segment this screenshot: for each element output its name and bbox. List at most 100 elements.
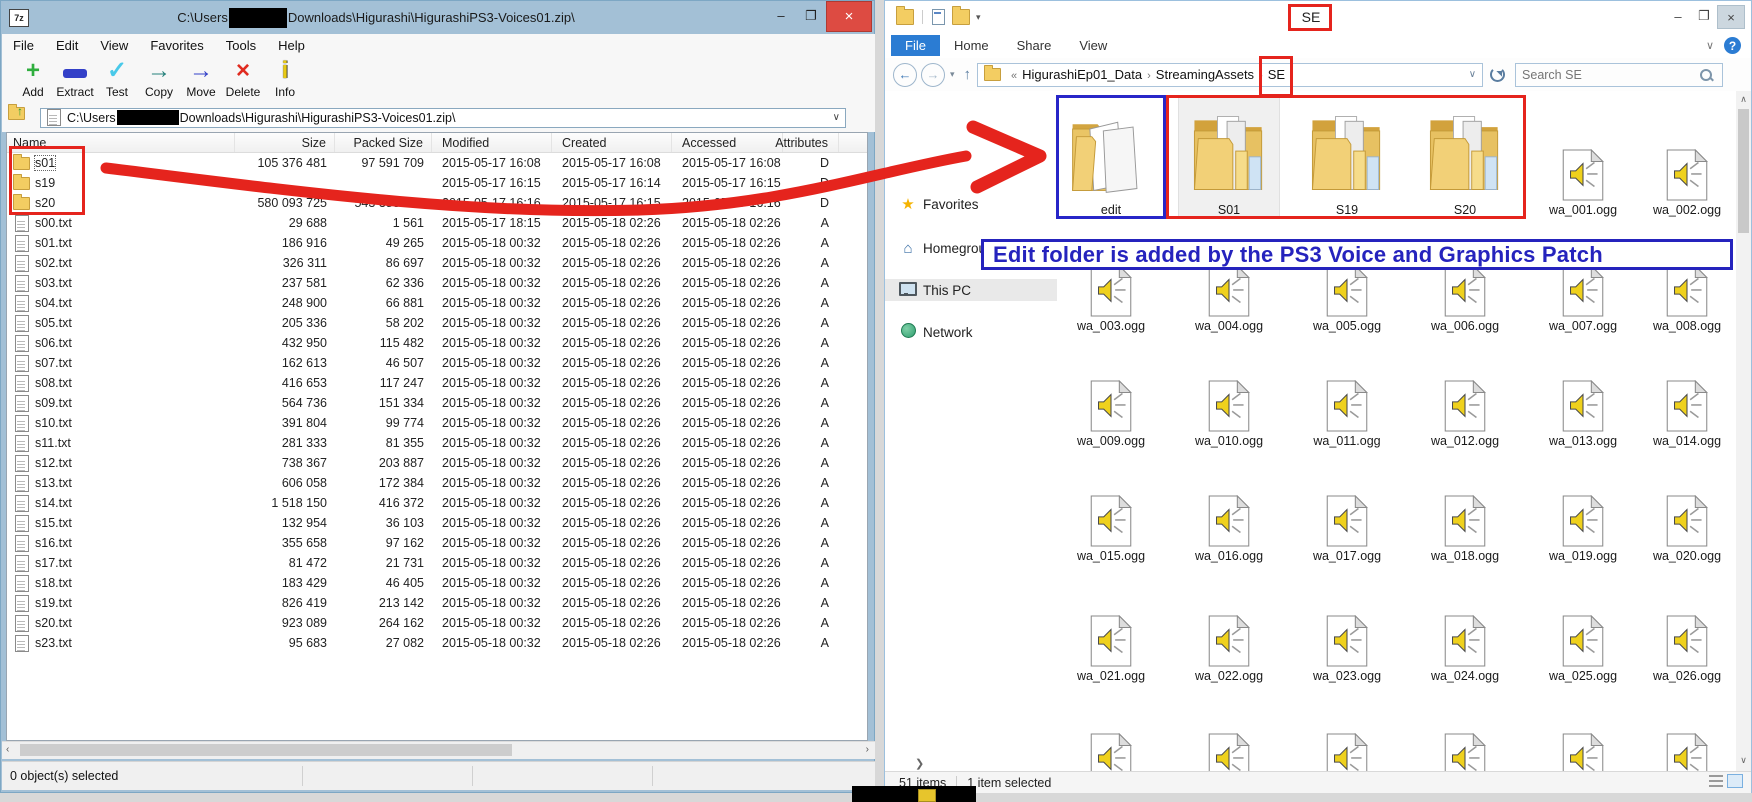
table-row[interactable]: s23.txt95 68327 0822015-05-18 00:322015-…	[7, 633, 867, 653]
file-tile[interactable]: wa_003.ogg	[1061, 251, 1161, 333]
close-button[interactable]: ×	[1717, 5, 1745, 29]
minimize-button[interactable]: –	[766, 1, 796, 30]
scrollbar-thumb[interactable]	[20, 744, 512, 756]
sidebar-item-this-pc[interactable]: This PC	[885, 279, 1057, 301]
menu-item-edit[interactable]: Edit	[45, 38, 89, 53]
explorer-titlebar[interactable]: ▾ SE – ❐ ×	[885, 1, 1751, 33]
address-dropdown-icon[interactable]: ∨	[1469, 69, 1482, 80]
up-folder-button[interactable]: ↑	[8, 107, 34, 129]
file-tile[interactable]: wa_004.ogg	[1179, 251, 1279, 333]
folder-tile[interactable]: edit	[1061, 97, 1161, 217]
table-row[interactable]: s08.txt416 653117 2472015-05-18 00:32201…	[7, 373, 867, 393]
table-row[interactable]: s11.txt281 33381 3552015-05-18 00:322015…	[7, 433, 867, 453]
file-tile-partial[interactable]	[1533, 719, 1633, 771]
file-tile[interactable]: wa_014.ogg	[1637, 366, 1736, 448]
pane-scroll-right-icon[interactable]: ❯	[915, 757, 924, 770]
column-header-attributes[interactable]: Attributes	[783, 133, 839, 152]
file-tile[interactable]: wa_026.ogg	[1637, 601, 1736, 683]
details-view-icon[interactable]	[1709, 775, 1723, 789]
sidebar-item-favorites[interactable]: ★Favorites	[885, 193, 1057, 215]
file-tile[interactable]: wa_024.ogg	[1415, 601, 1515, 683]
scroll-left-icon[interactable]: ‹	[6, 744, 9, 755]
column-header-created[interactable]: Created	[552, 133, 672, 152]
table-row[interactable]: s10.txt391 80499 7742015-05-18 00:322015…	[7, 413, 867, 433]
file-tile[interactable]: wa_001.ogg	[1533, 97, 1633, 217]
table-row[interactable]: s01105 376 48197 591 7092015-05-17 16:08…	[7, 153, 867, 173]
file-tile[interactable]: wa_005.ogg	[1297, 251, 1397, 333]
forward-button[interactable]: →	[921, 63, 945, 87]
table-row[interactable]: s20580 093 725543 383 9662015-05-17 16:1…	[7, 193, 867, 213]
file-tile[interactable]: wa_019.ogg	[1533, 481, 1633, 563]
file-tile[interactable]: wa_022.ogg	[1179, 601, 1279, 683]
toolbar-info-button[interactable]: iInfo	[264, 56, 306, 103]
folder-tile[interactable]: S01	[1179, 97, 1279, 217]
toolbar-extract-button[interactable]: Extract	[54, 56, 96, 103]
new-folder-icon[interactable]	[952, 9, 970, 25]
table-row[interactable]: s00.txt29 6881 5612015-05-17 18:152015-0…	[7, 213, 867, 233]
folder-tile[interactable]: S20	[1415, 97, 1515, 217]
table-row[interactable]: s04.txt248 90066 8812015-05-18 00:322015…	[7, 293, 867, 313]
up-button[interactable]: ↑	[964, 66, 972, 83]
breadcrumb-se[interactable]: SE	[1268, 67, 1285, 82]
table-row[interactable]: s01.txt186 91649 2652015-05-18 00:322015…	[7, 233, 867, 253]
file-tile[interactable]: wa_006.ogg	[1415, 251, 1515, 333]
horizontal-scrollbar[interactable]: ‹ ›	[2, 741, 875, 759]
table-row[interactable]: s03.txt237 58162 3362015-05-18 00:322015…	[7, 273, 867, 293]
file-tile[interactable]: wa_010.ogg	[1179, 366, 1279, 448]
scroll-up-icon[interactable]: ∧	[1736, 94, 1751, 105]
menu-item-view[interactable]: View	[89, 38, 139, 53]
menu-item-favorites[interactable]: Favorites	[139, 38, 214, 53]
chevron-down-icon[interactable]: ∨	[833, 112, 845, 123]
menu-item-help[interactable]: Help	[267, 38, 316, 53]
minimize-button[interactable]: –	[1665, 5, 1691, 27]
folder-tile[interactable]: S19	[1297, 97, 1397, 217]
maximize-button[interactable]: ❐	[796, 1, 826, 30]
thumbnail-view-icon[interactable]	[1727, 774, 1743, 788]
sidebar-item-network[interactable]: Network	[885, 321, 1057, 343]
toolbar-add-button[interactable]: +Add	[12, 56, 54, 103]
vertical-scrollbar[interactable]: ∧ ∨	[1736, 91, 1751, 771]
table-row[interactable]: s16.txt355 65897 1622015-05-18 00:322015…	[7, 533, 867, 553]
file-tile[interactable]: wa_007.ogg	[1533, 251, 1633, 333]
file-tile[interactable]: wa_013.ogg	[1533, 366, 1633, 448]
scrollbar-thumb[interactable]	[1738, 109, 1749, 233]
scroll-down-icon[interactable]: ∨	[1736, 755, 1751, 766]
column-header-row[interactable]: NameSizePacked SizeModifiedCreatedAccess…	[7, 133, 867, 153]
sidebar-item-homegroup[interactable]: ⌂Homegroup	[885, 237, 1057, 259]
column-header-name[interactable]: Name	[7, 133, 235, 152]
table-row[interactable]: s20.txt923 089264 1622015-05-18 00:32201…	[7, 613, 867, 633]
address-combo[interactable]: C:\UsersDownloads\Higurashi\HigurashiPS3…	[40, 108, 846, 128]
file-tile[interactable]: wa_023.ogg	[1297, 601, 1397, 683]
file-tile-partial[interactable]	[1179, 719, 1279, 771]
file-tile[interactable]: wa_002.ogg	[1637, 97, 1736, 217]
file-tile[interactable]: wa_008.ogg	[1637, 251, 1736, 333]
menu-item-tools[interactable]: Tools	[215, 38, 267, 53]
search-input[interactable]	[1516, 67, 1700, 83]
tab-view[interactable]: View	[1065, 35, 1121, 56]
toolbar-copy-button[interactable]: →Copy	[138, 56, 180, 103]
table-row[interactable]: s12.txt738 367203 8872015-05-18 00:32201…	[7, 453, 867, 473]
column-header-accessed[interactable]: Accessed	[672, 133, 783, 152]
breadcrumb-higurashiep01_data[interactable]: HigurashiEp01_Data	[1022, 67, 1142, 82]
breadcrumb-streamingassets[interactable]: StreamingAssets	[1156, 67, 1254, 82]
table-row[interactable]: s06.txt432 950115 4822015-05-18 00:32201…	[7, 333, 867, 353]
scroll-right-icon[interactable]: ›	[866, 744, 869, 755]
table-row[interactable]: s02.txt326 31186 6972015-05-18 00:322015…	[7, 253, 867, 273]
file-tile[interactable]: wa_011.ogg	[1297, 366, 1397, 448]
tab-share[interactable]: Share	[1003, 35, 1066, 56]
file-tile[interactable]: wa_020.ogg	[1637, 481, 1736, 563]
table-row[interactable]: s14.txt1 518 150416 3722015-05-18 00:322…	[7, 493, 867, 513]
properties-icon[interactable]	[932, 9, 945, 25]
table-row[interactable]: s18.txt183 42946 4052015-05-18 00:322015…	[7, 573, 867, 593]
table-row[interactable]: s13.txt606 058172 3842015-05-18 00:32201…	[7, 473, 867, 493]
file-tile[interactable]: wa_025.ogg	[1533, 601, 1633, 683]
qat-dropdown-icon[interactable]: ▾	[976, 12, 981, 23]
close-button[interactable]: ×	[826, 1, 872, 32]
table-row[interactable]: s05.txt205 33658 2022015-05-18 00:322015…	[7, 313, 867, 333]
file-tile[interactable]: wa_016.ogg	[1179, 481, 1279, 563]
file-tile[interactable]: wa_021.ogg	[1061, 601, 1161, 683]
table-row[interactable]: s19.txt826 419213 1422015-05-18 00:32201…	[7, 593, 867, 613]
refresh-button[interactable]	[1485, 63, 1509, 87]
file-tile[interactable]: wa_009.ogg	[1061, 366, 1161, 448]
table-row[interactable]: s192015-05-17 16:152015-05-17 16:142015-…	[7, 173, 867, 193]
